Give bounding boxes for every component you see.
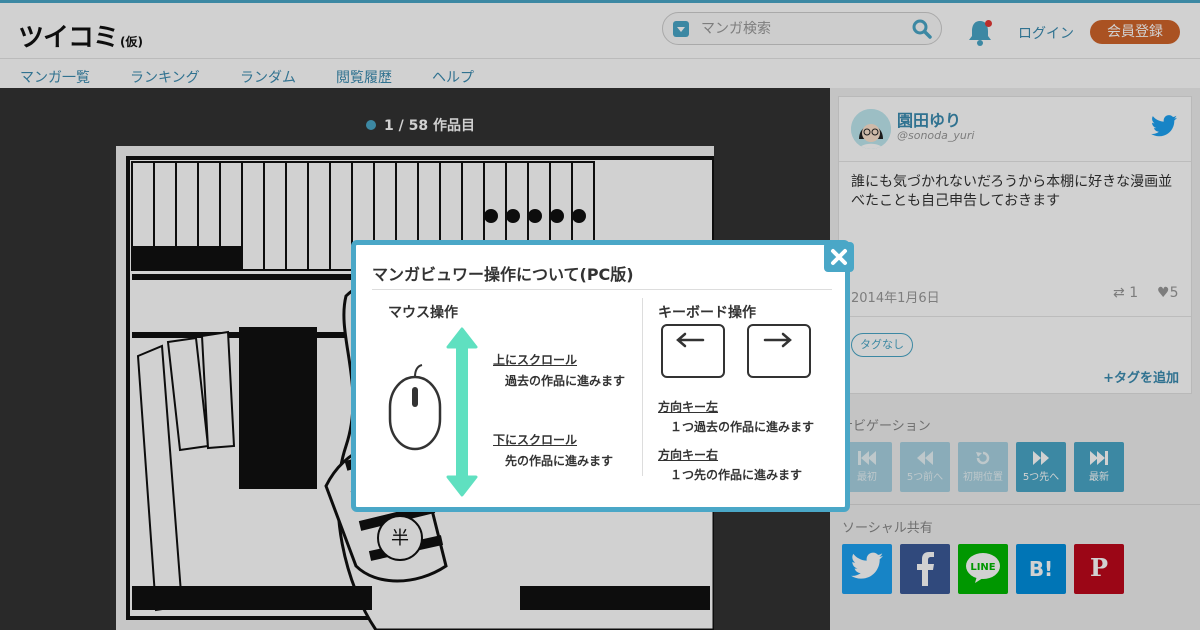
scroll-down-description: 先の作品に進みます bbox=[505, 454, 614, 468]
scroll-up-label: 上にスクロール bbox=[493, 353, 578, 367]
close-icon bbox=[831, 249, 847, 265]
viewer-help-modal: マンガビュワー操作について(PC版) マウス操作 上にスクロール 過去の作品に進… bbox=[351, 240, 854, 512]
right-arrow-key-icon bbox=[747, 324, 811, 378]
scroll-down-label: 下にスクロール bbox=[493, 433, 578, 447]
scroll-arrow-icon bbox=[446, 327, 478, 497]
left-arrow-key-icon bbox=[661, 324, 725, 378]
scroll-up-description: 過去の作品に進みます bbox=[505, 374, 626, 388]
keyboard-heading: キーボード操作 bbox=[658, 305, 756, 321]
modal-title: マンガビュワー操作について(PC版) bbox=[372, 265, 634, 284]
mouse-icon bbox=[388, 364, 442, 451]
mouse-heading: マウス操作 bbox=[388, 305, 458, 321]
key-left-label: 方向キー左 bbox=[658, 400, 719, 414]
key-right-description: １つ先の作品に進みます bbox=[670, 468, 803, 482]
modal-close-button[interactable] bbox=[824, 242, 854, 272]
key-left-description: １つ過去の作品に進みます bbox=[670, 420, 815, 434]
key-right-label: 方向キー右 bbox=[658, 448, 719, 462]
